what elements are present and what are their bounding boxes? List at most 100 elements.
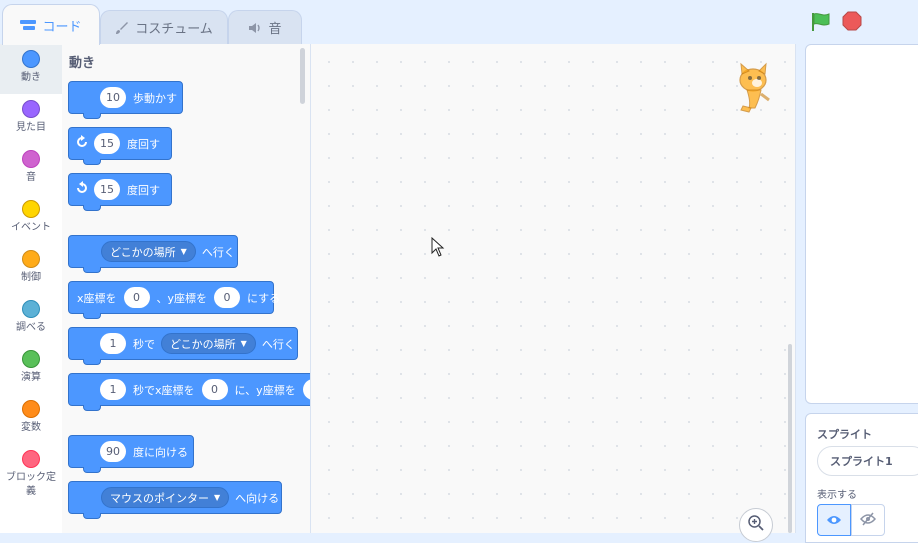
editor-tabs: コード コスチューム 音 <box>0 0 310 45</box>
sprite-cat-icon <box>729 62 777 118</box>
block-text: へ向ける <box>235 491 280 505</box>
glide-seconds-input[interactable]: 1 <box>100 333 126 354</box>
sound-category-icon <box>22 150 40 168</box>
looks-category-icon <box>22 100 40 118</box>
category-label: ブロック定義 <box>6 472 56 497</box>
events-category-icon <box>22 200 40 218</box>
caret-down-icon: ▼ <box>214 493 221 502</box>
sprite-name-input[interactable]: スプライト1 <box>817 446 918 476</box>
block-text: へ行く <box>261 337 295 351</box>
rotate-right-icon <box>75 135 89 152</box>
block-text: 、y座標を <box>156 291 208 305</box>
block-text: にする <box>247 291 281 305</box>
eye-icon <box>826 511 842 530</box>
category-operators[interactable]: 演算 <box>0 344 62 394</box>
stage[interactable] <box>805 44 918 404</box>
category-my-blocks[interactable]: ブロック定義 <box>0 444 62 514</box>
zoom-in-button[interactable] <box>739 508 773 542</box>
glide-xy-seconds-input[interactable]: 1 <box>100 379 126 400</box>
sensing-category-icon <box>22 300 40 318</box>
sprite-info-panel: スプライト スプライト1 表示する <box>805 413 918 543</box>
block-text: に、y座標を <box>234 383 296 397</box>
block-text: 秒で <box>133 337 155 351</box>
block-turn-left[interactable]: 15 度回す <box>68 173 172 211</box>
turn-left-degrees-input[interactable]: 15 <box>94 179 120 200</box>
go-to-target-dropdown[interactable]: どこかの場所 ▼ <box>101 241 196 262</box>
tab-code[interactable]: コード <box>2 4 100 45</box>
palette-section-title: 動き <box>69 56 96 71</box>
my-blocks-category-icon <box>22 450 40 468</box>
category-control[interactable]: 制御 <box>0 244 62 294</box>
turn-right-degrees-input[interactable]: 15 <box>94 133 120 154</box>
operators-category-icon <box>22 350 40 368</box>
block-point-in-direction[interactable]: 90 度に向ける <box>68 435 194 473</box>
block-text: へ行く <box>201 245 235 259</box>
category-sensing[interactable]: 調べる <box>0 294 62 344</box>
show-label: 表示する <box>817 490 857 501</box>
block-move-steps[interactable]: 10 歩動かす <box>68 81 183 119</box>
tab-sounds[interactable]: 音 <box>228 10 302 44</box>
move-steps-input[interactable]: 10 <box>100 87 126 108</box>
category-label: 変数 <box>21 422 41 433</box>
glide-x-input[interactable]: 0 <box>201 379 228 400</box>
motion-category-icon <box>22 50 40 68</box>
category-variables[interactable]: 変数 <box>0 394 62 444</box>
script-area-scrollbar[interactable] <box>788 344 792 533</box>
green-flag-icon[interactable] <box>810 11 832 37</box>
block-text: 度回す <box>127 137 160 151</box>
point-towards-dropdown[interactable]: マウスのポインター ▼ <box>101 487 230 508</box>
category-label: 演算 <box>21 372 41 383</box>
tab-costumes-label: コスチューム <box>135 22 213 37</box>
category-menu: 動き 見た目 音 イベント 制御 調べる 演算 変数 ブロック定義 <box>0 44 63 533</box>
caret-down-icon: ▼ <box>240 339 247 348</box>
block-turn-right[interactable]: 15 度回す <box>68 127 172 165</box>
direction-input[interactable]: 90 <box>100 441 126 462</box>
category-label: 制御 <box>21 272 41 283</box>
sprite-label: スプライト <box>817 428 872 441</box>
block-text: 度回す <box>127 183 160 197</box>
category-label: イベント <box>11 222 51 233</box>
block-text: 秒でx座標を <box>133 383 195 397</box>
category-label: 動き <box>21 72 41 83</box>
block-go-to[interactable]: どこかの場所 ▼ へ行く <box>68 235 238 273</box>
block-palette: 動き 10 歩動かす 15 度回す 15 度回す どこかの場所 ▼ へ行く x座… <box>62 44 311 533</box>
control-category-icon <box>22 250 40 268</box>
category-looks[interactable]: 見た目 <box>0 94 62 144</box>
rotate-left-icon <box>75 181 89 198</box>
category-label: 見た目 <box>16 122 46 133</box>
mouse-cursor-icon <box>431 236 445 261</box>
stop-icon[interactable] <box>842 11 862 35</box>
block-text: x座標を <box>77 291 117 305</box>
show-sprite-button[interactable] <box>817 504 851 536</box>
glide-y-input[interactable]: 0 <box>302 379 310 400</box>
eye-off-icon <box>860 511 876 530</box>
speaker-icon <box>248 22 262 34</box>
category-label: 音 <box>26 172 36 183</box>
tab-costumes[interactable]: コスチューム <box>100 10 228 44</box>
variables-category-icon <box>22 400 40 418</box>
block-glide-to-xy[interactable]: 1 秒でx座標を 0 に、y座標を 0 <box>68 373 310 411</box>
tab-code-label: コード <box>42 19 82 35</box>
script-area[interactable] <box>311 44 796 542</box>
dropdown-value: どこかの場所 <box>110 245 176 259</box>
y-input[interactable]: 0 <box>214 287 241 308</box>
dropdown-value: マウスのポインター <box>110 491 209 505</box>
category-label: 調べる <box>16 322 46 333</box>
category-motion[interactable]: 動き <box>0 44 62 94</box>
dropdown-value: どこかの場所 <box>170 337 236 351</box>
code-icon <box>20 19 37 31</box>
brush-icon <box>115 21 129 35</box>
x-input[interactable]: 0 <box>123 287 150 308</box>
block-go-to-xy[interactable]: x座標を 0 、y座標を 0 にする <box>68 281 280 319</box>
block-point-towards[interactable]: マウスのポインター ▼ へ向ける <box>68 481 282 519</box>
palette-scrollbar[interactable] <box>300 48 305 104</box>
block-glide-to[interactable]: 1 秒で どこかの場所 ▼ へ行く <box>68 327 298 365</box>
category-sound[interactable]: 音 <box>0 144 62 194</box>
tab-sounds-label: 音 <box>268 22 282 37</box>
glide-target-dropdown[interactable]: どこかの場所 ▼ <box>161 333 256 354</box>
block-text: 度に向ける <box>133 445 188 459</box>
category-events[interactable]: イベント <box>0 194 62 244</box>
caret-down-icon: ▼ <box>180 247 187 256</box>
block-text: 歩動かす <box>133 91 177 105</box>
hide-sprite-button[interactable] <box>851 504 885 536</box>
